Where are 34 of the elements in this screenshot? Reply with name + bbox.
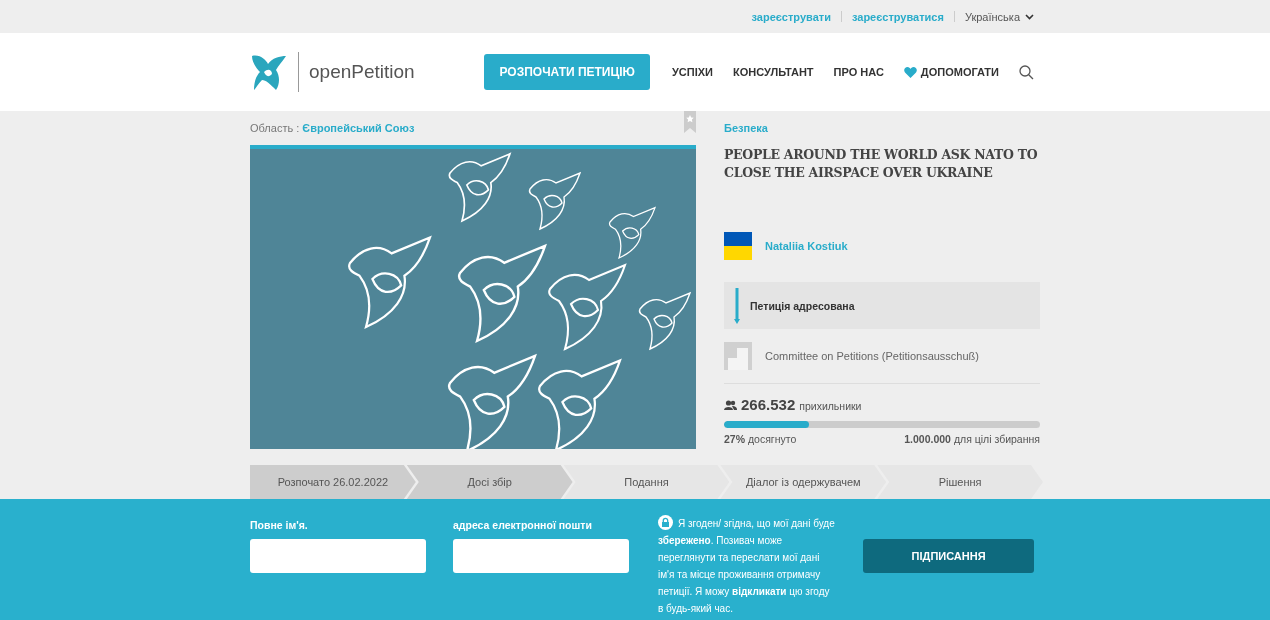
chevron-icon <box>1025 13 1034 20</box>
petition-title: PEOPLE AROUND THE WORLD ASK NATO TO CLOSE THE AIRSPACE OVER UKRAINE <box>724 146 1039 182</box>
percent-text: 27% досягнуто <box>724 433 797 445</box>
name-label: Повне ім'я. <box>250 519 309 533</box>
consent-text: Я згоден/ згідна, що мої дані буде збережено. Позивач може переглянути та переслати мої дані ім'я та місце проживання отримачу петиції. Я можу відкликати цю згоду в будь-який час. <box>658 515 837 617</box>
search-icon[interactable] <box>1019 64 1034 80</box>
progress-step: Діалог із одержувачем <box>720 465 887 499</box>
email-label: адреса електронної пошти <box>453 519 593 533</box>
email-input[interactable] <box>453 539 629 573</box>
flag-icon <box>724 232 752 260</box>
name-input[interactable] <box>250 539 426 573</box>
nav-link[interactable]: УСПІХИ <box>672 66 713 78</box>
progress-step: Розпочато 26.02.2022 <box>250 465 416 499</box>
nav-link[interactable]: ДОПОМОГАТИ <box>903 66 999 78</box>
lock-icon <box>658 515 673 530</box>
building-icon <box>724 342 752 370</box>
recipient-text: Committee on Petitions (Petitionsausschuß) <box>765 350 979 362</box>
bookmark-icon[interactable] <box>684 111 696 133</box>
progress-step: Подання <box>563 465 730 499</box>
nav-link[interactable]: ПРО НАС <box>833 66 884 78</box>
language-dropdown[interactable]: Українська <box>964 10 1034 23</box>
addressed-label: Петиція адресована <box>750 299 855 312</box>
sign-button[interactable]: ПІДПИСАННЯ <box>863 539 1034 573</box>
supporters-label: прихильники <box>799 400 862 412</box>
down-arrow-icon <box>734 287 740 324</box>
region-text: Область : Європейський Союз <box>250 121 415 134</box>
progress-step: Досі збір <box>406 465 573 499</box>
logo-text[interactable]: openPetition <box>309 61 415 83</box>
goal-text: 1.000.000 для цілі збирання <box>904 433 1040 445</box>
people-icon <box>724 400 737 410</box>
progress-step: Рішення <box>877 465 1043 499</box>
nav-link[interactable]: КОНСУЛЬТАНТ <box>733 66 814 78</box>
supporters-count: 266.532 <box>741 396 796 413</box>
heart-icon <box>903 66 917 78</box>
